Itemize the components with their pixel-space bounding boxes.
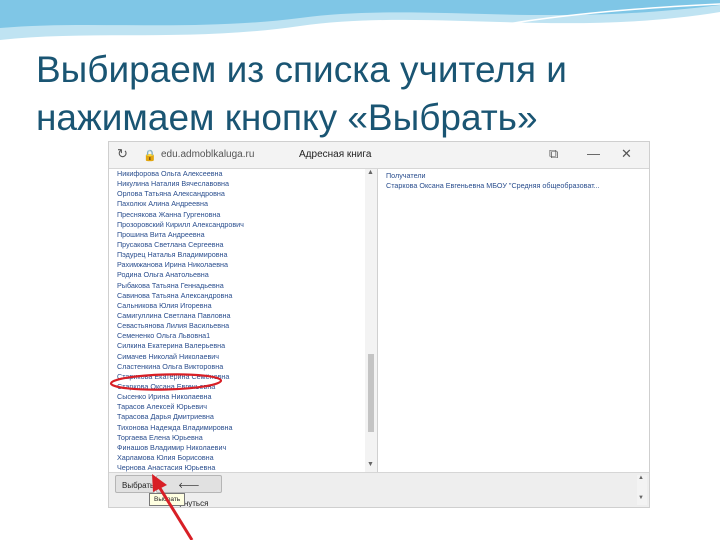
- recipients-pane: Получатели Старкова Оксана Евгеньевна МБ…: [378, 169, 649, 472]
- teacher-list-item[interactable]: Прусакова Светлана Сергеевна: [117, 240, 244, 250]
- lock-icon: 🔒: [143, 150, 157, 162]
- teacher-list-item[interactable]: Финашов Владимир Николаевич: [117, 443, 244, 453]
- teacher-list-scrollbar[interactable]: ▲ ▼: [365, 169, 377, 472]
- minimize-icon[interactable]: —: [587, 147, 600, 161]
- teacher-list-item[interactable]: Тихонова Надежда Владимировна: [117, 423, 244, 433]
- teacher-list-item[interactable]: Сластенкина Ольга Викторовна: [117, 362, 244, 372]
- teacher-list-item[interactable]: Самигуллина Светлана Павловна: [117, 311, 244, 321]
- teacher-list-item[interactable]: Родина Ольга Анатольевна: [117, 270, 244, 280]
- teacher-list-item[interactable]: Сысенко Ирина Николаевна: [117, 392, 244, 402]
- teacher-list-item[interactable]: Силкина Екатерина Валерьевна: [117, 341, 244, 351]
- teacher-list-item[interactable]: Пэдурец Наталья Владимировна: [117, 250, 244, 260]
- page-domain: edu.admoblkaluga.ru: [161, 149, 255, 160]
- scroll-down-icon[interactable]: ▼: [367, 461, 374, 468]
- teacher-list-item[interactable]: Старкова Оксана Евгеньевна: [117, 382, 244, 392]
- scroll-up-icon[interactable]: ▲: [367, 169, 374, 176]
- arrow-left-icon: 🡐: [178, 481, 200, 490]
- teacher-list-item[interactable]: Пахолюк Алина Андреевна: [117, 199, 244, 209]
- teacher-list-item[interactable]: Никулина Наталия Вячеславовна: [117, 179, 244, 189]
- teacher-list-item[interactable]: Семененко Ольга Львовна1: [117, 331, 244, 341]
- teacher-list-item[interactable]: Прозоровский Кирилл Александрович: [117, 220, 244, 230]
- select-button[interactable]: Выбрать: [115, 475, 155, 493]
- teacher-list-item[interactable]: Севастьянова Лилия Васильевна: [117, 321, 244, 331]
- slide-title-line-1: Выбираем из списка учителя и: [36, 49, 567, 90]
- slide-title: Выбираем из списка учителя и нажимаем кн…: [36, 46, 716, 142]
- select-button-tooltip: Выбрать: [149, 493, 186, 506]
- recipients-header: Получатели: [386, 171, 426, 180]
- address-book-window: ↻ 🔒 edu.admoblkaluga.ru Адресная книга ⧉…: [108, 141, 650, 508]
- teacher-list-item[interactable]: Торгаева Елена Юрьевна: [117, 433, 244, 443]
- button-bar-scrollbar[interactable]: ▲ ▼: [637, 475, 647, 505]
- teacher-list-item[interactable]: Никифорова Ольга Алексеевна: [117, 169, 244, 179]
- teacher-list-item[interactable]: Савинова Татьяна Александровна: [117, 291, 244, 301]
- scroll-up-icon[interactable]: ▲: [638, 475, 644, 481]
- teacher-list-pane: Никифорова Ольга Алексеевна Никулина Ната…: [109, 169, 378, 472]
- teacher-list-item[interactable]: Тарасов Алексей Юрьевич: [117, 402, 244, 412]
- copy-icon[interactable]: ⧉: [549, 147, 558, 161]
- teacher-list-item[interactable]: Рахимжанова Ирина Николаевна: [117, 260, 244, 270]
- teacher-list-item[interactable]: Чернова Анастасия Юрьевна: [117, 463, 244, 472]
- recipient-item[interactable]: Старкова Оксана Евгеньевна МБОУ "Средняя…: [386, 181, 600, 190]
- teacher-list-item[interactable]: Прошина Вита Андреевна: [117, 230, 244, 240]
- teacher-list-item[interactable]: Сальникова Юлия Игоревна: [117, 301, 244, 311]
- address-bar: ↻ 🔒 edu.admoblkaluga.ru Адресная книга ⧉…: [109, 142, 649, 169]
- reload-icon[interactable]: ↻: [117, 147, 128, 161]
- scroll-down-icon[interactable]: ▼: [638, 495, 644, 501]
- back-button[interactable]: 🡐 Вернуться: [156, 475, 222, 507]
- button-bar: Выбрать 🡐 Вернуться Выбрать ▲ ▼: [109, 472, 649, 507]
- slide-title-line-2: нажимаем кнопку «Выбрать»: [36, 97, 538, 138]
- teacher-list-item[interactable]: Рыбакова Татьяна Геннадьевна: [117, 281, 244, 291]
- dialog-title: Адресная книга: [299, 149, 372, 160]
- teacher-list-item[interactable]: Преснякова Жанна Гургеновна: [117, 210, 244, 220]
- scrollbar-thumb[interactable]: [368, 354, 374, 432]
- teacher-list-item[interactable]: Симачев Николай Николаевич: [117, 352, 244, 362]
- teacher-list-item[interactable]: Харламова Юлия Борисовна: [117, 453, 244, 463]
- teacher-list-item[interactable]: Старикова Екатерина Семёновна: [117, 372, 244, 382]
- teacher-list-item[interactable]: Орлова Татьяна Александровна: [117, 189, 244, 199]
- close-icon[interactable]: ✕: [621, 147, 632, 161]
- teacher-list-item[interactable]: Тарасова Дарья Дмитриевна: [117, 412, 244, 422]
- teacher-list: Никифорова Ольга Алексеевна Никулина Ната…: [117, 169, 244, 472]
